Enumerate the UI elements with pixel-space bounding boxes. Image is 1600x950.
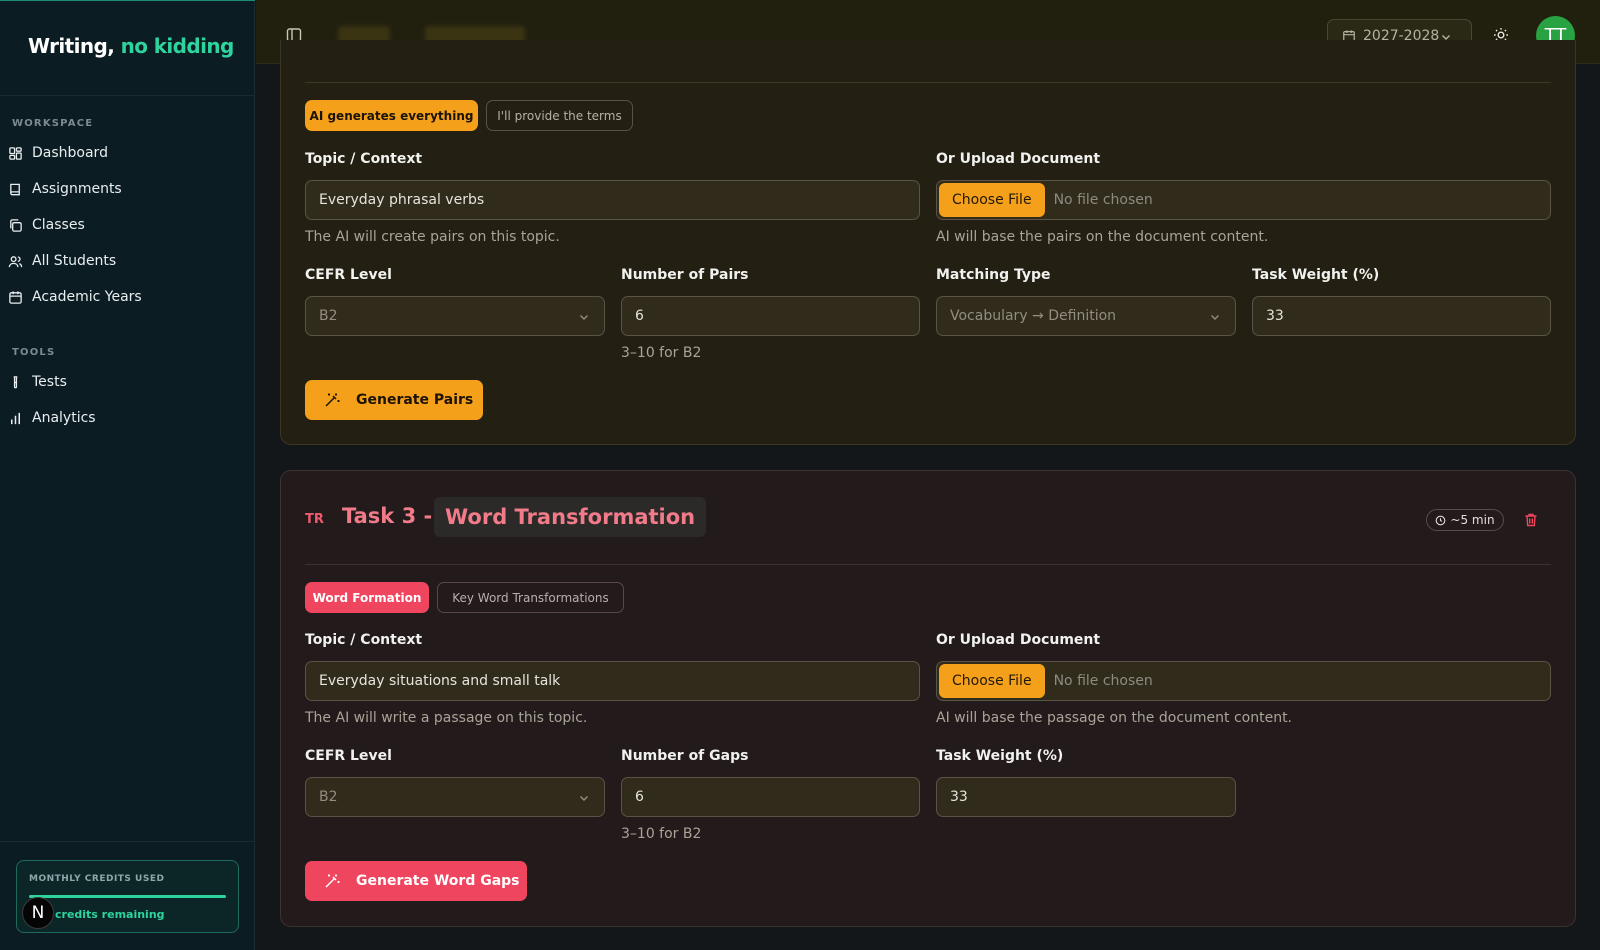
file-upload-input[interactable]: Choose File No file chosen xyxy=(936,661,1551,701)
task-type-code: TR xyxy=(305,512,324,527)
generate-pairs-button[interactable]: Generate Pairs xyxy=(305,380,483,420)
classes-icon xyxy=(10,218,22,232)
users-icon xyxy=(8,255,23,267)
clock-icon xyxy=(1436,515,1446,525)
delete-task-icon[interactable] xyxy=(1523,512,1539,528)
dashboard-icon xyxy=(9,146,22,160)
sidebar-item-label: Assignments xyxy=(32,181,122,197)
task-weight-label: Task Weight (%) xyxy=(1252,267,1380,283)
time-estimate: ~5 min xyxy=(1450,513,1495,527)
calendar-icon xyxy=(9,290,22,304)
mode-key-word-transformations-button[interactable]: Key Word Transformations xyxy=(437,582,624,613)
sidebar: Writing, no kidding WORKSPACE Dashboard … xyxy=(0,0,255,950)
topic-input[interactable]: Everyday situations and small talk xyxy=(305,661,920,701)
sidebar-item-academic-years[interactable]: Academic Years xyxy=(8,283,244,311)
topic-hint: The AI will create pairs on this topic. xyxy=(305,229,560,245)
matching-type-label: Matching Type xyxy=(936,267,1051,283)
cefr-select[interactable]: B2 xyxy=(305,777,605,817)
credits-label: MONTHLY CREDITS USED xyxy=(29,874,165,884)
sidebar-item-label: Academic Years xyxy=(32,289,142,305)
sidebar-item-tests[interactable]: Tests xyxy=(8,368,244,396)
brand-accent: no kidding xyxy=(120,34,235,58)
chevron-down-icon xyxy=(580,796,588,801)
sidebar-item-label: Analytics xyxy=(32,410,96,426)
card-divider xyxy=(305,564,1551,565)
cefr-value: B2 xyxy=(319,789,338,805)
credits-remaining: credits remaining xyxy=(55,908,165,921)
brand-logo[interactable]: Writing, no kidding xyxy=(28,34,234,58)
topic-hint: The AI will write a passage on this topi… xyxy=(305,710,588,726)
time-estimate-badge: ~5 min xyxy=(1426,509,1504,531)
sidebar-item-classes[interactable]: Classes xyxy=(8,211,244,239)
brand-main: Writing, xyxy=(28,34,115,58)
card-divider xyxy=(305,82,1551,83)
sidebar-item-dashboard[interactable]: Dashboard xyxy=(8,139,244,167)
bar-chart-icon xyxy=(11,412,20,424)
pairs-count-hint: 3–10 for B2 xyxy=(621,345,702,361)
cefr-select[interactable]: B2 xyxy=(305,296,605,336)
pairs-count-label: Number of Pairs xyxy=(621,267,749,283)
sidebar-item-label: Tests xyxy=(32,374,67,390)
file-upload-input[interactable]: Choose File No file chosen xyxy=(936,180,1551,220)
magic-wand-icon xyxy=(325,874,340,888)
choose-file-button[interactable]: Choose File xyxy=(939,183,1045,217)
sidebar-accent-line xyxy=(0,0,255,1)
gaps-count-label: Number of Gaps xyxy=(621,748,749,764)
chevron-down-icon xyxy=(580,315,588,320)
topic-label: Topic / Context xyxy=(305,151,423,167)
matching-type-value: Vocabulary → Definition xyxy=(950,308,1117,324)
matching-type-select[interactable]: Vocabulary → Definition xyxy=(936,296,1236,336)
task-title-name[interactable]: Word Transformation xyxy=(434,497,707,537)
workspace-section-label: WORKSPACE xyxy=(12,118,94,129)
sidebar-item-label: All Students xyxy=(32,253,117,269)
gaps-count-input[interactable]: 6 xyxy=(621,777,920,817)
no-file-text: No file chosen xyxy=(1053,673,1153,689)
mode-provide-terms-button[interactable]: I'll provide the terms xyxy=(486,100,633,131)
n-badge[interactable]: N xyxy=(22,897,54,929)
no-file-text: No file chosen xyxy=(1053,192,1153,208)
upload-label: Or Upload Document xyxy=(936,151,1101,167)
task-weight-input[interactable]: 33 xyxy=(1252,296,1551,336)
sidebar-item-analytics[interactable]: Analytics xyxy=(8,404,244,432)
upload-hint: AI will base the passage on the document… xyxy=(936,710,1293,726)
cefr-label: CEFR Level xyxy=(305,748,392,764)
sidebar-item-label: Classes xyxy=(32,217,85,233)
task-title-prefix: Task 3 - xyxy=(342,504,433,528)
task-weight-label: Task Weight (%) xyxy=(936,748,1064,764)
sidebar-item-label: Dashboard xyxy=(32,145,108,161)
generate-pairs-label: Generate Pairs xyxy=(356,392,474,408)
cefr-label: CEFR Level xyxy=(305,267,392,283)
tools-section-label: TOOLS xyxy=(12,347,56,358)
generate-word-gaps-label: Generate Word Gaps xyxy=(356,873,520,889)
generate-word-gaps-button[interactable]: Generate Word Gaps xyxy=(305,861,527,901)
sidebar-divider xyxy=(0,95,255,96)
upload-hint: AI will base the pairs on the document c… xyxy=(936,229,1269,245)
sidebar-item-all-students[interactable]: All Students xyxy=(8,247,244,275)
pairs-count-input[interactable]: 6 xyxy=(621,296,920,336)
mode-ai-generates-button[interactable]: AI generates everything xyxy=(305,100,478,131)
chevron-down-icon xyxy=(1211,315,1219,320)
test-tube-icon xyxy=(13,375,18,388)
task-weight-input[interactable]: 33 xyxy=(936,777,1236,817)
mode-word-formation-button[interactable]: Word Formation xyxy=(305,582,429,613)
topic-input[interactable]: Everyday phrasal verbs xyxy=(305,180,920,220)
gaps-count-hint: 3–10 for B2 xyxy=(621,826,702,842)
topic-label: Topic / Context xyxy=(305,632,423,648)
sidebar-item-assignments[interactable]: Assignments xyxy=(8,175,244,203)
sidebar-bottom-divider xyxy=(0,841,255,842)
choose-file-button[interactable]: Choose File xyxy=(939,664,1045,698)
magic-wand-icon xyxy=(325,393,340,407)
book-icon xyxy=(10,183,20,195)
upload-label: Or Upload Document xyxy=(936,632,1101,648)
cefr-value: B2 xyxy=(319,308,338,324)
credits-progress-bar xyxy=(29,895,226,898)
